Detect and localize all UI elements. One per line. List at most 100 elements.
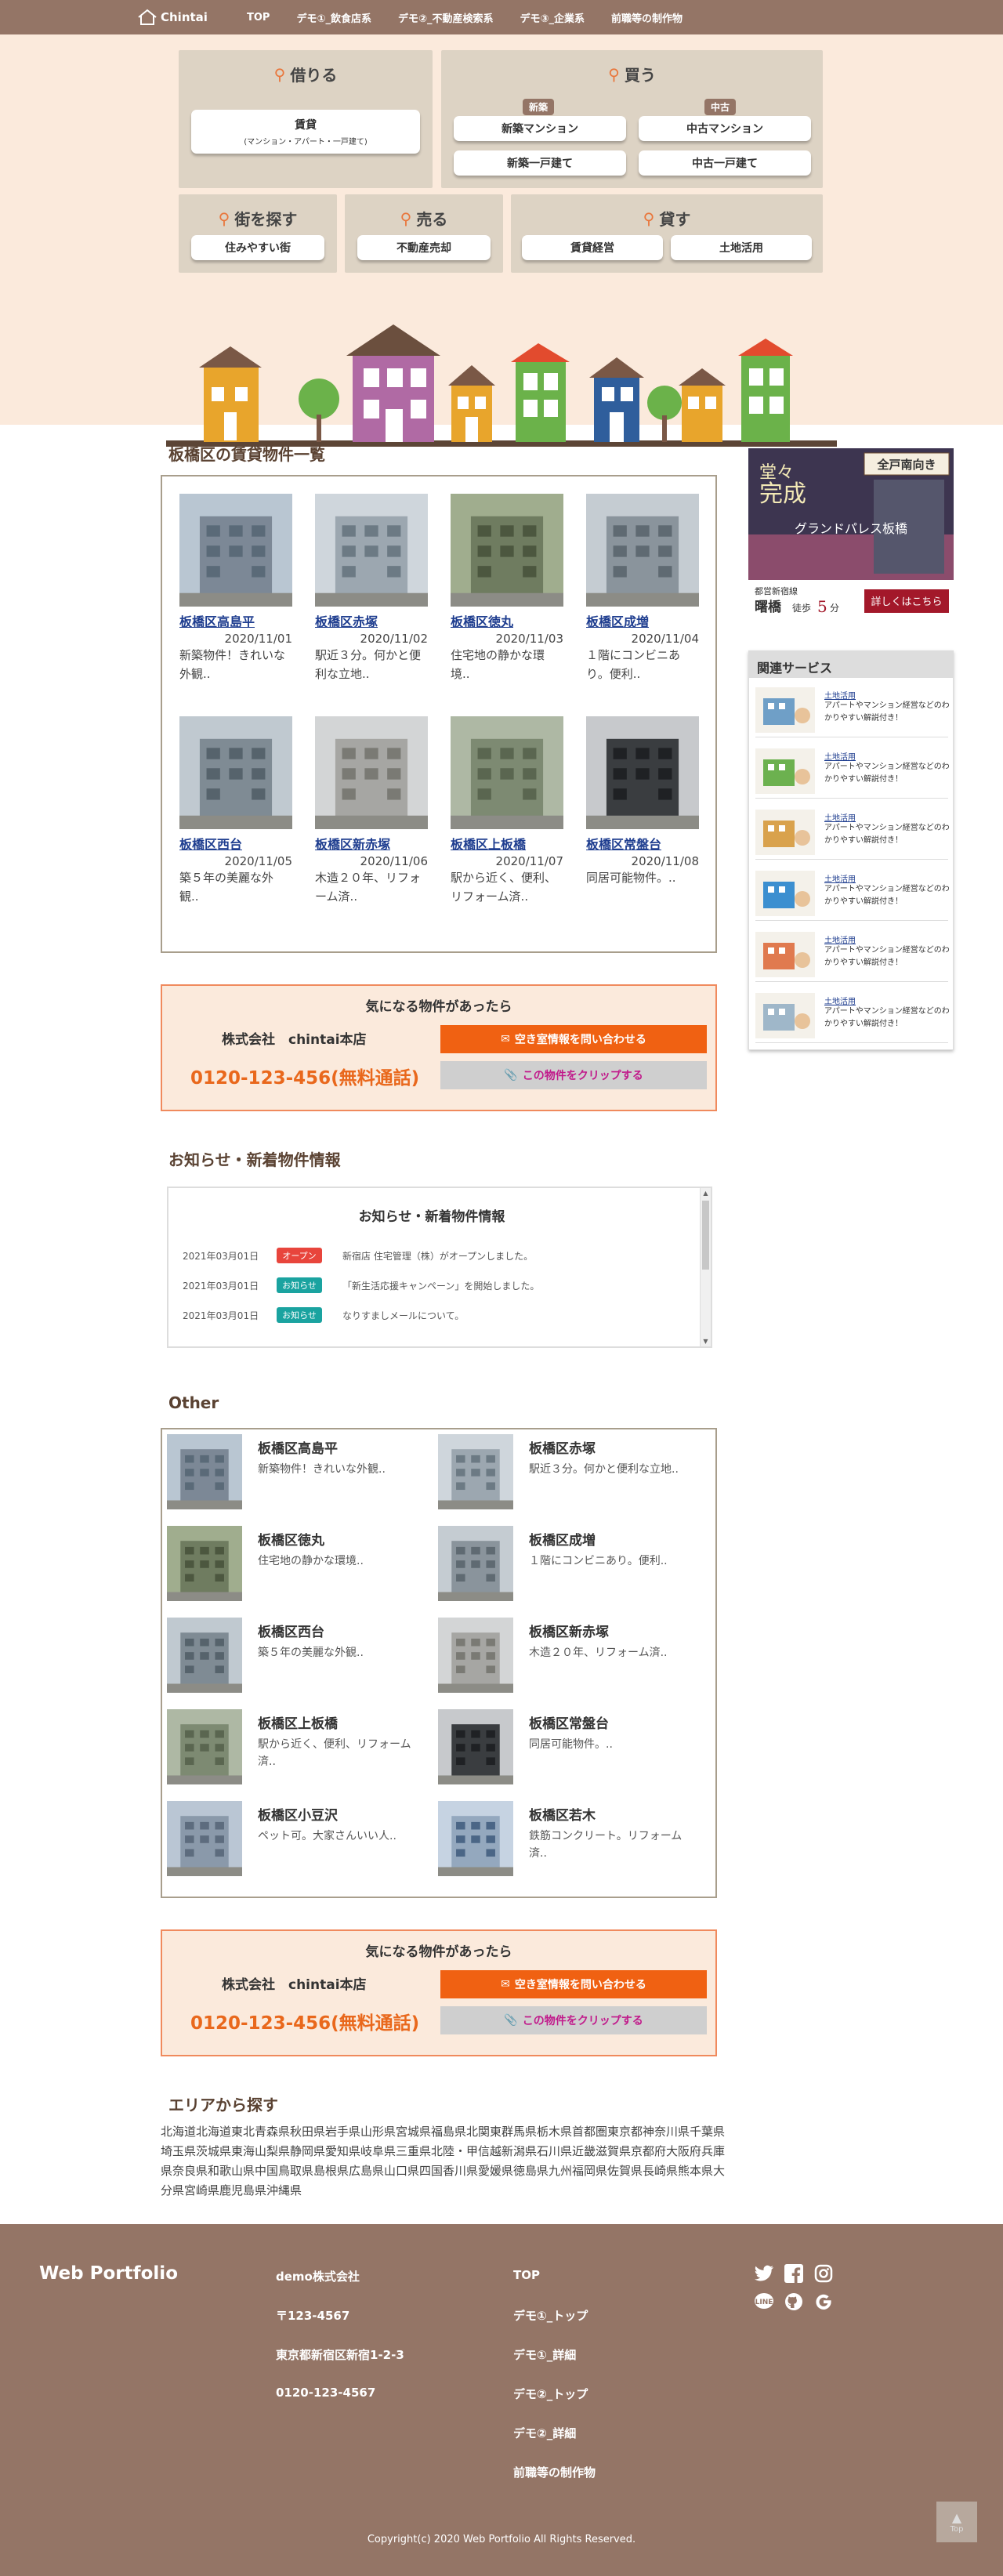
other-item[interactable]: 板橋区新赤塚 木造２０年、リフォーム済.. — [438, 1618, 697, 1696]
property-photo[interactable] — [586, 716, 699, 829]
related-link[interactable]: 土地活用 — [824, 750, 856, 762]
property-name[interactable]: 板橋区赤塚 — [315, 611, 428, 630]
property-name[interactable]: 板橋区常盤台 — [586, 834, 699, 853]
property-photo[interactable] — [179, 716, 292, 829]
other-name[interactable]: 板橋区高島平 — [258, 1437, 338, 1457]
other-name[interactable]: 板橋区常盤台 — [529, 1712, 609, 1732]
property-card[interactable]: 板橋区徳丸 2020/11/03 住宅地の静かな環境.. — [451, 494, 563, 683]
nav-works[interactable]: 前職等の制作物 — [611, 10, 683, 25]
other-item[interactable]: 板橋区常盤台 同居可能物件。.. — [438, 1709, 697, 1788]
other-photo[interactable] — [167, 1618, 242, 1693]
areas-list[interactable]: 北海道北海道東北青森県秋田県岩手県山形県宮城県福島県北関東群馬県栃木県首都圏東京… — [161, 2122, 725, 2201]
scroll-thumb[interactable] — [702, 1201, 709, 1270]
other-photo[interactable] — [167, 1801, 242, 1876]
other-item[interactable]: 板橋区赤塚 駅近３分。何かと便利な立地.. — [438, 1434, 697, 1513]
used-house-button[interactable]: 中古一戸建て — [639, 150, 811, 176]
other-item[interactable]: 板橋区若木 鉄筋コンクリート。リフォーム済.. — [438, 1801, 697, 1879]
other-photo[interactable] — [438, 1709, 513, 1784]
footer-link-top[interactable]: TOP — [513, 2268, 596, 2307]
clip-button[interactable]: 📎 この物件をクリップする — [440, 1061, 707, 1089]
news-item[interactable]: 2021年03月01日 お知らせ 「新生活応援キャンペーン」を開始しました。 — [183, 1277, 539, 1293]
nav-demo2[interactable]: デモ②_不動産検索系 — [398, 10, 494, 25]
property-photo[interactable] — [451, 716, 563, 829]
google-icon[interactable] — [812, 2290, 835, 2313]
property-name[interactable]: 板橋区新赤塚 — [315, 834, 428, 853]
ad-banner[interactable]: 全戸南向き 堂々 完成 グランドパレス板橋 都営新宿線 曙橋 徒歩 5 分 詳し… — [748, 448, 954, 618]
new-mansion-button[interactable]: 新築マンション — [454, 116, 626, 141]
sell-property-button[interactable]: 不動産売却 — [357, 235, 491, 260]
footer-link-demo1-top[interactable]: デモ①_トップ — [513, 2307, 596, 2346]
property-card[interactable]: 板橋区常盤台 2020/11/08 同居可能物件。.. — [586, 716, 699, 887]
property-name[interactable]: 板橋区成増 — [586, 611, 699, 630]
property-name[interactable]: 板橋区高島平 — [179, 611, 292, 630]
other-name[interactable]: 板橋区徳丸 — [258, 1529, 324, 1549]
footer-link-works[interactable]: 前職等の制作物 — [513, 2464, 596, 2503]
property-photo[interactable] — [451, 494, 563, 607]
property-name[interactable]: 板橋区上板橋 — [451, 834, 563, 853]
other-photo[interactable] — [167, 1434, 242, 1509]
footer-link-demo2-top[interactable]: デモ②_トップ — [513, 2386, 596, 2425]
other-photo[interactable] — [438, 1801, 513, 1876]
other-item[interactable]: 板橋区小豆沢 ペット可。大家さんいい人.. — [167, 1801, 425, 1879]
other-item[interactable]: 板橋区上板橋 駅から近く、便利、リフォーム済.. — [167, 1709, 425, 1788]
rental-management-button[interactable]: 賃貸経営 — [522, 235, 663, 260]
twitter-icon[interactable] — [752, 2262, 776, 2285]
other-name[interactable]: 板橋区小豆沢 — [258, 1804, 338, 1824]
related-item[interactable]: 土地活用 アパートやマンション経営などのわかりやすい解説付き！ — [755, 864, 950, 921]
property-card[interactable]: 板橋区高島平 2020/11/01 新築物件！きれいな外観.. — [179, 494, 292, 683]
related-link[interactable]: 土地活用 — [824, 933, 856, 945]
scroll-up-icon[interactable]: ▲ — [701, 1190, 711, 1197]
nav-top[interactable]: TOP — [247, 12, 270, 24]
other-item[interactable]: 板橋区徳丸 住宅地の静かな環境.. — [167, 1526, 425, 1604]
property-card[interactable]: 板橋区上板橋 2020/11/07 駅から近く、便利、リフォーム済.. — [451, 716, 563, 906]
facebook-icon[interactable] — [782, 2262, 806, 2285]
property-card[interactable]: 板橋区新赤塚 2020/11/06 木造２０年、リフォーム済.. — [315, 716, 428, 906]
other-item[interactable]: 板橋区高島平 新築物件！きれいな外観.. — [167, 1434, 425, 1513]
other-name[interactable]: 板橋区西台 — [258, 1621, 324, 1640]
related-item[interactable]: 土地活用 アパートやマンション経営などのわかりやすい解説付き！ — [755, 803, 950, 860]
other-photo[interactable] — [438, 1434, 513, 1509]
back-to-top-button[interactable]: ▲ Top — [936, 2502, 977, 2542]
nav-demo1[interactable]: デモ①_飲食店系 — [296, 10, 371, 25]
property-photo[interactable] — [315, 494, 428, 607]
other-photo[interactable] — [438, 1526, 513, 1601]
property-photo[interactable] — [315, 716, 428, 829]
livable-town-button[interactable]: 住みやすい街 — [191, 235, 324, 260]
land-use-button[interactable]: 土地活用 — [671, 235, 812, 260]
rent-button[interactable]: 賃貸 (マンション・アパート・一戸建て) — [191, 110, 420, 154]
other-name[interactable]: 板橋区上板橋 — [258, 1712, 338, 1732]
related-item[interactable]: 土地活用 アパートやマンション経営などのわかりやすい解説付き！ — [755, 987, 950, 1043]
other-item[interactable]: 板橋区西台 築５年の美麗な外観.. — [167, 1618, 425, 1696]
ad-cta[interactable]: 詳しくはこちら — [871, 596, 942, 608]
related-link[interactable]: 土地活用 — [824, 689, 856, 701]
related-item[interactable]: 土地活用 アパートやマンション経営などのわかりやすい解説付き！ — [755, 681, 950, 737]
news-item[interactable]: 2021年03月01日 オープン 新宿店 住宅管理（株）がオープンしました。 — [183, 1248, 533, 1263]
scroll-down-icon[interactable]: ▼ — [701, 1338, 711, 1345]
property-name[interactable]: 板橋区西台 — [179, 834, 292, 853]
property-photo[interactable] — [179, 494, 292, 607]
property-card[interactable]: 板橋区成増 2020/11/04 １階にコンビニあり。便利.. — [586, 494, 699, 683]
line-icon[interactable]: LINE — [752, 2290, 776, 2313]
other-item[interactable]: 板橋区成増 １階にコンビニあり。便利.. — [438, 1526, 697, 1604]
used-mansion-button[interactable]: 中古マンション — [639, 116, 811, 141]
other-name[interactable]: 板橋区新赤塚 — [529, 1621, 609, 1640]
property-name[interactable]: 板橋区徳丸 — [451, 611, 563, 630]
other-name[interactable]: 板橋区赤塚 — [529, 1437, 596, 1457]
other-photo[interactable] — [438, 1618, 513, 1693]
news-item[interactable]: 2021年03月01日 お知らせ なりすましメールについて。 — [183, 1307, 464, 1323]
property-card[interactable]: 板橋区赤塚 2020/11/02 駅近３分。何かと便利な立地.. — [315, 494, 428, 683]
footer-link-demo1-detail[interactable]: デモ①_詳細 — [513, 2346, 596, 2386]
contact-tel[interactable]: 0120-123-456(無料通話) — [190, 1063, 419, 1089]
other-name[interactable]: 板橋区若木 — [529, 1804, 596, 1824]
related-link[interactable]: 土地活用 — [824, 995, 856, 1006]
instagram-icon[interactable] — [812, 2262, 835, 2285]
related-link[interactable]: 土地活用 — [824, 872, 856, 884]
property-card[interactable]: 板橋区西台 2020/11/05 築５年の美麗な外観.. — [179, 716, 292, 906]
nav-demo3[interactable]: デモ③_企業系 — [520, 10, 585, 25]
inquiry-button[interactable]: ✉ 空き室情報を問い合わせる — [440, 1025, 707, 1053]
contact-tel[interactable]: 0120-123-456(無料通話) — [190, 2008, 419, 2034]
inquiry-button[interactable]: ✉ 空き室情報を問い合わせる — [440, 1970, 707, 1998]
footer-link-demo2-detail[interactable]: デモ②_詳細 — [513, 2425, 596, 2464]
new-house-button[interactable]: 新築一戸建て — [454, 150, 626, 176]
clip-button[interactable]: 📎 この物件をクリップする — [440, 2006, 707, 2034]
